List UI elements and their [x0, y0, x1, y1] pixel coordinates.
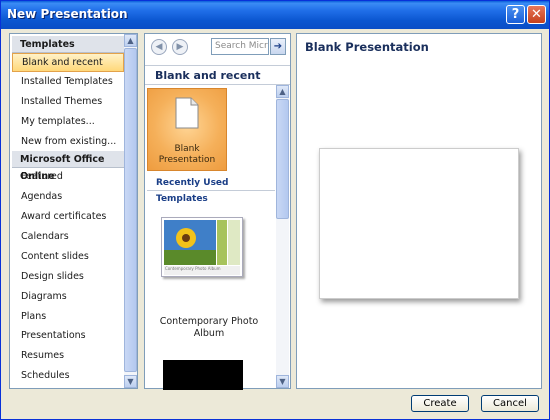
scroll-up-icon[interactable]: ▲: [124, 34, 137, 47]
category-item-installed-templates[interactable]: Installed Templates: [12, 72, 124, 91]
category-item-featured[interactable]: Featured: [12, 167, 124, 186]
template-scrollbar[interactable]: ▲ ▼: [276, 85, 289, 388]
template-heading: Blank and recent: [145, 65, 290, 85]
recent-templates-header: Recently Used Templates: [147, 175, 275, 204]
category-item-diagrams[interactable]: Diagrams: [12, 287, 124, 306]
search-input[interactable]: Search Micro: [211, 38, 269, 55]
go-arrow-icon[interactable]: ➔: [270, 38, 286, 55]
cancel-button[interactable]: Cancel: [481, 395, 539, 412]
category-scrollbar[interactable]: ▲ ▼: [124, 34, 137, 388]
template-thumbnail-contemporary-photo-album[interactable]: Contemporary Photo Album: [161, 217, 243, 277]
category-item-plans[interactable]: Plans: [12, 307, 124, 326]
help-button[interactable]: ?: [506, 5, 525, 24]
scroll-down-icon[interactable]: ▼: [276, 375, 289, 388]
thumbnail-caption-line-2: Album: [193, 328, 225, 339]
category-item-schedules[interactable]: Schedules: [12, 366, 124, 385]
new-presentation-dialog: New Presentation ? ✕ Templates Blank and…: [0, 0, 550, 420]
window-title: New Presentation: [7, 7, 128, 21]
document-icon: [175, 97, 199, 129]
thumbnail-caption[interactable]: Contemporary Photo Album: [145, 316, 273, 340]
category-item-content-slides[interactable]: Content slides: [12, 247, 124, 266]
scroll-down-icon[interactable]: ▼: [124, 375, 137, 388]
category-panel: Templates Blank and recent Installed Tem…: [9, 33, 138, 389]
category-item-agendas[interactable]: Agendas: [12, 187, 124, 206]
forward-arrow-icon[interactable]: ▶: [172, 39, 188, 55]
tile-label-line-2: Presentation: [158, 155, 216, 165]
category-item-award-certificates[interactable]: Award certificates: [12, 207, 124, 226]
blank-presentation-tile[interactable]: Blank Presentation: [147, 88, 227, 171]
category-item-blank-and-recent[interactable]: Blank and recent: [12, 53, 124, 72]
thumbnail-text: Contemporary Photo Album: [165, 266, 221, 271]
template-thumbnail-dark[interactable]: [163, 360, 243, 390]
category-item-design-slides[interactable]: Design slides: [12, 267, 124, 286]
scroll-thumb[interactable]: [276, 99, 289, 219]
thumbnail-caption-line-1: Contemporary Photo: [159, 316, 259, 327]
tile-label-line-1: Blank: [174, 144, 200, 154]
title-bar[interactable]: New Presentation ? ✕: [1, 1, 549, 29]
slide-preview: [319, 148, 519, 299]
section-header-templates: Templates: [12, 36, 124, 53]
section-header-office-online: Microsoft Office Online: [12, 151, 124, 182]
close-button[interactable]: ✕: [527, 5, 546, 24]
scroll-up-icon[interactable]: ▲: [276, 85, 289, 98]
category-item-resumes[interactable]: Resumes: [12, 346, 124, 365]
category-item-new-from-existing[interactable]: New from existing...: [12, 132, 124, 151]
category-item-calendars[interactable]: Calendars: [12, 227, 124, 246]
template-panel: ◀ ▶ Search Micro ➔ Blank and recent Blan…: [144, 33, 291, 390]
scroll-thumb[interactable]: [124, 48, 137, 372]
category-item-installed-themes[interactable]: Installed Themes: [12, 92, 124, 111]
category-item-my-templates[interactable]: My templates...: [12, 112, 124, 131]
back-arrow-icon[interactable]: ◀: [151, 39, 167, 55]
preview-panel: Blank Presentation: [296, 33, 542, 389]
category-item-presentations[interactable]: Presentations: [12, 326, 124, 345]
create-button[interactable]: Create: [411, 395, 469, 412]
tile-label: Blank Presentation: [148, 144, 226, 166]
preview-title: Blank Presentation: [305, 40, 429, 54]
